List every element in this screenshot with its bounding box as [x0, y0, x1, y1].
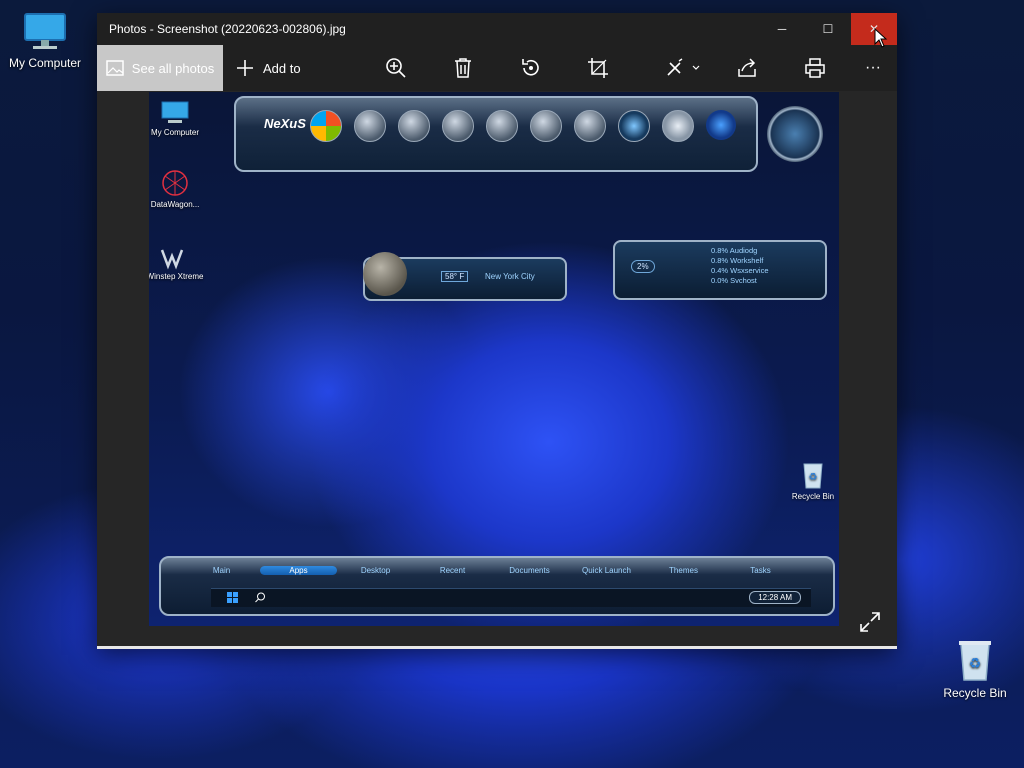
- moon-icon: [363, 252, 407, 296]
- gallery-icon: [106, 60, 124, 76]
- dock-tab-desktop: Desktop: [360, 566, 391, 575]
- inner-icon-datawagon: DataWagon...: [149, 168, 205, 209]
- add-to-button[interactable]: Add to: [235, 58, 301, 78]
- weather-temperature: 58° F: [441, 271, 469, 282]
- windows-logo-icon: [310, 110, 342, 142]
- rotate-button[interactable]: [519, 56, 543, 80]
- speaker-dock-icon: [574, 110, 606, 142]
- maximize-button[interactable]: ☐: [805, 13, 851, 45]
- gem-dock-icon: [706, 110, 736, 140]
- photo-viewer: My Computer DataWagon... Winstep Xtreme …: [97, 91, 897, 647]
- toolbar: See all photos Add to ···: [97, 45, 897, 91]
- recycle-bin-icon: ♻: [803, 463, 823, 489]
- window-bottom-edge: [97, 646, 897, 649]
- bottom-dock: Main Apps Desktop Recent Documents Quick…: [159, 556, 835, 616]
- process-item: 0.4% Wsxservice: [711, 266, 769, 275]
- nexus-dock: NeXuS: [234, 96, 758, 172]
- monitor-icon: [161, 101, 189, 123]
- delete-icon: [455, 58, 471, 78]
- inner-icon-my-computer: My Computer: [149, 100, 205, 137]
- bell-dock-icon: [486, 110, 518, 142]
- dock-tab-apps: Apps: [260, 566, 337, 575]
- print-icon: [805, 58, 825, 78]
- weather-city: New York City: [485, 272, 535, 281]
- power-dock-icon: [530, 110, 562, 142]
- camera-dock-icon: [618, 110, 650, 142]
- zoom-in-button[interactable]: [384, 56, 408, 80]
- process-item: 0.8% Workshelf: [711, 256, 764, 265]
- process-item: 0.0% Svchost: [711, 276, 757, 285]
- svg-text:♻: ♻: [809, 472, 818, 483]
- screenshot-image: My Computer DataWagon... Winstep Xtreme …: [149, 92, 839, 626]
- search-icon: [255, 592, 265, 603]
- inner-taskbar: 12:28 AM: [211, 588, 811, 607]
- process-list: 0.8% Audiodg 0.8% Workshelf 0.4% Wsxserv…: [711, 246, 769, 286]
- recycle-bin-icon: ♻: [959, 641, 991, 681]
- window-title: Photos - Screenshot (20220623-002806).jp…: [109, 22, 346, 36]
- system-monitor-widget: 2% 0.8% Audiodg 0.8% Workshelf 0.4% Wsxs…: [613, 240, 827, 300]
- desktop-icon-my-computer[interactable]: My Computer: [0, 12, 90, 70]
- mouse-cursor-icon: [874, 28, 888, 48]
- add-to-label: Add to: [263, 60, 301, 76]
- inner-clock: 12:28 AM: [749, 591, 801, 604]
- process-item: 0.8% Audiodg: [711, 246, 758, 255]
- dock-tab-recent: Recent: [439, 566, 466, 575]
- inner-icon-label: My Computer: [150, 128, 199, 137]
- windows-start-icon: [227, 592, 238, 603]
- inner-icon-label: DataWagon...: [150, 200, 200, 209]
- inner-icon-recycle-bin: ♻ Recycle Bin: [783, 460, 839, 501]
- print-button[interactable]: [803, 56, 827, 80]
- compass-gauge: [767, 106, 823, 162]
- inner-icon-winstep: Winstep Xtreme: [149, 248, 205, 281]
- winstep-logo-icon: [160, 249, 184, 270]
- photos-window: Photos - Screenshot (20220623-002806).jp…: [97, 13, 897, 649]
- svg-text:♻: ♻: [969, 655, 982, 671]
- title-bar[interactable]: Photos - Screenshot (20220623-002806).jp…: [97, 13, 897, 45]
- desktop-icon-label: My Computer: [8, 56, 82, 70]
- monitor-icon: [24, 13, 66, 49]
- see-all-photos-label: See all photos: [131, 60, 215, 76]
- dock-tab-main: Main: [212, 566, 231, 575]
- share-icon: [738, 58, 756, 77]
- minimize-button[interactable]: ─: [759, 13, 805, 45]
- inner-icon-label: Recycle Bin: [791, 492, 835, 501]
- see-all-photos-button[interactable]: See all photos: [97, 45, 223, 91]
- crop-icon: [588, 58, 608, 78]
- globe-dock-icon: [442, 110, 474, 142]
- expand-icon[interactable]: [859, 611, 881, 633]
- cpu-percent: 2%: [631, 260, 655, 273]
- network-icon: [162, 170, 188, 196]
- desktop-icon-recycle-bin[interactable]: ♻ Recycle Bin: [930, 638, 1020, 700]
- crop-button[interactable]: [586, 56, 610, 80]
- edit-button[interactable]: [663, 56, 703, 80]
- dock-tab-tasks: Tasks: [750, 566, 771, 575]
- dock-tabs: Main Apps Desktop Recent Documents Quick…: [183, 566, 799, 575]
- plus-icon: [237, 60, 253, 76]
- clock-dock-icon: [354, 110, 386, 142]
- share-button[interactable]: [735, 56, 759, 80]
- winstep-dock-icon: [398, 110, 430, 142]
- inner-icon-label: Winstep Xtreme: [149, 272, 204, 281]
- dock-tab-documents: Documents: [509, 566, 550, 575]
- dock-tab-quick-launch: Quick Launch: [582, 566, 631, 575]
- settings-dock-icon: [662, 110, 694, 142]
- rotate-icon: [522, 59, 539, 76]
- edit-icon: [667, 58, 700, 76]
- zoom-in-icon: [386, 58, 406, 78]
- nexus-logo: NeXuS: [264, 116, 306, 131]
- dock-tab-themes: Themes: [669, 566, 698, 575]
- delete-button[interactable]: [451, 56, 475, 80]
- more-button[interactable]: ···: [861, 56, 885, 80]
- desktop-icon-label: Recycle Bin: [943, 686, 1007, 700]
